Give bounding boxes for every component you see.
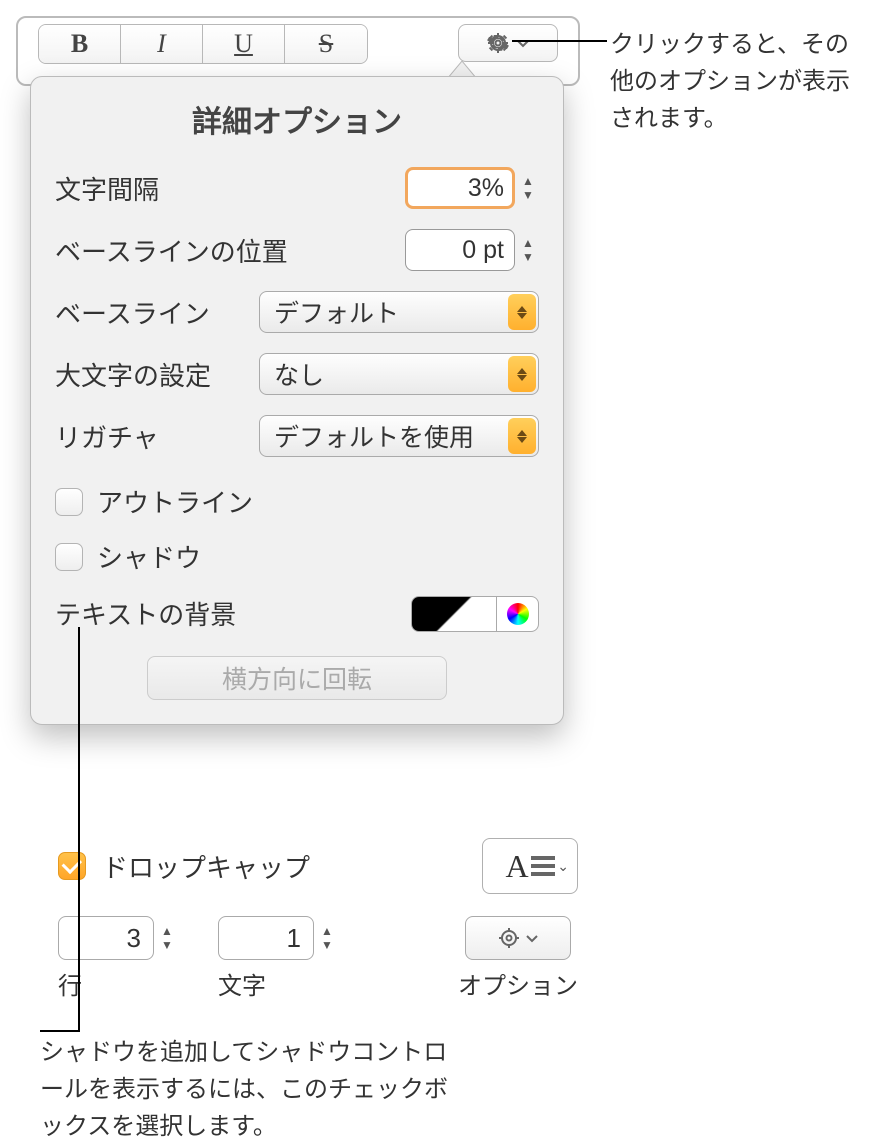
dropcap-chars-stepper[interactable]: ▲ ▼ <box>316 917 338 959</box>
capitalization-label: 大文字の設定 <box>55 356 211 393</box>
ligatures-row: リガチャ デフォルトを使用 <box>55 415 539 457</box>
down-arrow-icon: ▼ <box>156 939 178 951</box>
down-arrow-icon: ▼ <box>517 251 539 263</box>
baseline-value: デフォルト <box>274 294 399 330</box>
baseline-select[interactable]: デフォルト <box>259 291 539 333</box>
underline-button[interactable]: U <box>203 25 285 63</box>
strikethrough-button[interactable]: S <box>285 25 367 63</box>
shadow-callout-text: シャドウを追加してシャドウコントロールを表示するには、このチェックボックスを選択… <box>40 1034 470 1146</box>
dropcap-style-select[interactable]: A ⌄ <box>482 838 578 894</box>
format-style-group: B I U S <box>38 24 368 64</box>
baseline-shift-field[interactable]: 0 pt <box>405 229 515 271</box>
dropcap-chars-field[interactable]: 1 <box>218 916 314 960</box>
dropcap-chars-label: 文字 <box>218 966 338 1001</box>
toolbar: B I U S <box>18 18 578 64</box>
dropcap-options-button[interactable] <box>465 916 571 960</box>
color-wheel-icon <box>507 603 529 625</box>
up-arrow-icon: ▲ <box>517 237 539 249</box>
baseline-shift-label: ベースラインの位置 <box>55 232 288 269</box>
capitalization-select[interactable]: なし <box>259 353 539 395</box>
char-spacing-label: 文字間隔 <box>55 170 159 207</box>
callout-line <box>78 627 80 1032</box>
rotate-horizontal-button[interactable]: 横方向に回転 <box>147 656 447 700</box>
char-spacing-stepper[interactable]: ▲ ▼ <box>517 167 539 209</box>
text-bg-color-control <box>411 596 539 632</box>
char-spacing-row: 文字間隔 3% ▲ ▼ <box>55 167 539 209</box>
dropcap-lines-stepper[interactable]: ▲ ▼ <box>156 917 178 959</box>
text-bg-label: テキストの背景 <box>55 595 236 632</box>
baseline-shift-row: ベースラインの位置 0 pt ▲ ▼ <box>55 229 539 271</box>
chevron-down-icon <box>516 36 530 50</box>
advanced-options-popover: 詳細オプション 文字間隔 3% ▲ ▼ ベースラインの位置 0 pt ▲ ▼ ベ… <box>30 76 564 725</box>
select-arrows-icon <box>508 356 536 392</box>
select-arrows-icon <box>508 418 536 454</box>
dropcap-row: ドロップキャップ A ⌄ <box>58 838 578 894</box>
dropcap-preview-lines-icon <box>531 856 555 876</box>
chevron-down-icon <box>525 931 539 945</box>
shadow-label: シャドウ <box>97 538 201 575</box>
up-arrow-icon: ▲ <box>316 925 338 937</box>
popover-title: 詳細オプション <box>55 97 539 141</box>
dropcap-options-label: オプション <box>458 966 578 1001</box>
gear-icon <box>486 31 510 55</box>
down-arrow-icon: ▼ <box>517 189 539 201</box>
dropcap-preview-glyph: A <box>505 848 528 885</box>
down-arrow-icon: ▼ <box>316 939 338 951</box>
callout-line <box>512 40 607 42</box>
baseline-label: ベースライン <box>55 294 210 331</box>
italic-button[interactable]: I <box>121 25 203 63</box>
dropcap-checkbox[interactable] <box>58 852 86 880</box>
callout-line <box>40 1030 80 1032</box>
dropcap-label: ドロップキャップ <box>102 848 310 885</box>
capitalization-row: 大文字の設定 なし <box>55 353 539 395</box>
capitalization-value: なし <box>274 356 324 392</box>
ligatures-label: リガチャ <box>55 418 159 455</box>
baseline-shift-stepper[interactable]: ▲ ▼ <box>517 229 539 271</box>
dropcap-lines-field[interactable]: 3 <box>58 916 154 960</box>
dropcap-lines-label: 行 <box>58 966 178 1001</box>
dropcap-params: 3 ▲ ▼ 行 1 ▲ ▼ 文字 <box>58 916 578 1001</box>
up-arrow-icon: ▲ <box>156 925 178 937</box>
gear-icon <box>497 926 521 950</box>
ligatures-select[interactable]: デフォルトを使用 <box>259 415 539 457</box>
select-arrows-icon <box>508 294 536 330</box>
char-spacing-field[interactable]: 3% <box>405 167 515 209</box>
outline-row: アウトライン <box>55 483 539 520</box>
gear-callout-text: クリックすると、その他のオプションが表示されます。 <box>610 26 865 138</box>
shadow-row: シャドウ <box>55 538 539 575</box>
up-arrow-icon: ▲ <box>517 175 539 187</box>
text-bg-swatch[interactable] <box>411 596 497 632</box>
text-bg-row: テキストの背景 <box>55 595 539 632</box>
ligatures-value: デフォルトを使用 <box>274 418 474 454</box>
outline-checkbox[interactable] <box>55 488 83 516</box>
dropcap-section: ドロップキャップ A ⌄ 3 ▲ ▼ 行 1 <box>58 838 578 1001</box>
outline-label: アウトライン <box>97 483 253 520</box>
text-bg-color-picker-button[interactable] <box>497 596 539 632</box>
chevron-down-icon: ⌄ <box>557 858 569 875</box>
advanced-options-button[interactable] <box>458 24 558 62</box>
shadow-checkbox[interactable] <box>55 543 83 571</box>
bold-button[interactable]: B <box>39 25 121 63</box>
baseline-row: ベースライン デフォルト <box>55 291 539 333</box>
